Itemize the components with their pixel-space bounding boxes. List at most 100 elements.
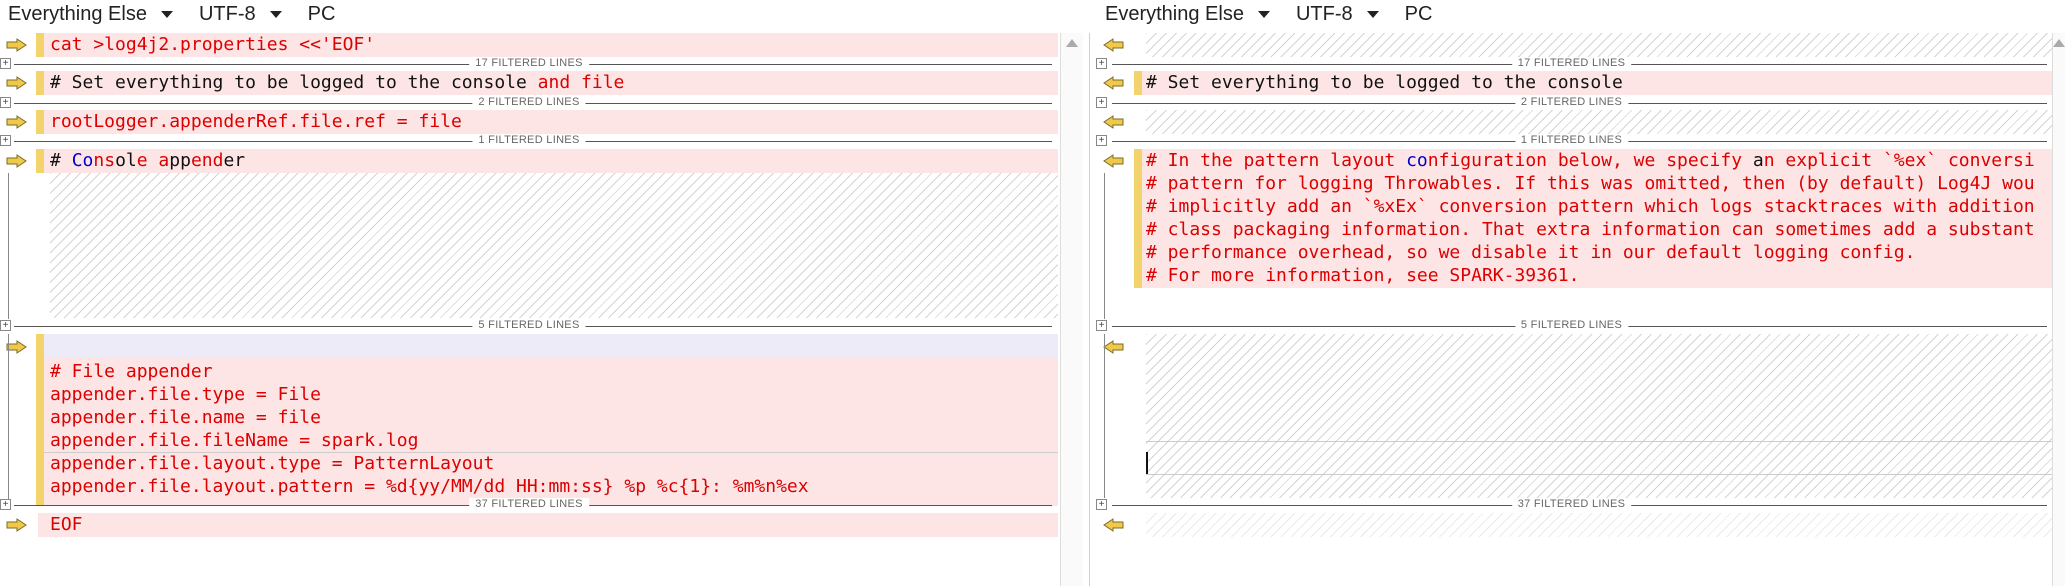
left-encoding-label: UTF-8 <box>198 2 256 25</box>
left-line-ending-label: PC <box>307 2 336 25</box>
scroll-up-icon[interactable] <box>2053 39 2065 47</box>
right-encoding-dropdown[interactable]: UTF-8 <box>1288 3 1397 26</box>
filtered-lines-separator[interactable]: + 5 FILTERED LINES <box>0 319 1058 332</box>
arrow-right-icon[interactable] <box>6 76 28 90</box>
blank-line-block <box>38 334 1058 357</box>
arrow-right-icon[interactable] <box>6 518 28 532</box>
diff-line: # Set everything to be logged to the con… <box>1090 71 2053 95</box>
filtered-lines-separator[interactable]: + 2 FILTERED LINES <box>1090 96 2053 109</box>
chevron-down-icon <box>1257 10 1270 18</box>
code-text: # <box>50 150 72 171</box>
right-line-ending[interactable]: PC <box>1397 3 1441 26</box>
left-diff-content: cat >log4j2.properties <<'EOF' + 17 FILT… <box>0 33 1058 586</box>
filtered-lines-separator[interactable]: + 37 FILTERED LINES <box>0 498 1058 511</box>
code-text-changed: e a <box>136 150 170 171</box>
arrow-right-icon[interactable] <box>6 340 28 354</box>
left-encoding-dropdown[interactable]: UTF-8 <box>191 3 300 26</box>
code-text-changed: nfiguration below, we specify <box>1427 150 1753 171</box>
scroll-up-icon[interactable] <box>1066 39 1078 47</box>
arrow-left-icon[interactable] <box>1102 340 1124 354</box>
filtered-lines-label: 37 FILTERED LINES <box>469 498 589 510</box>
code-text: a <box>1752 150 1764 171</box>
chevron-down-icon <box>1366 10 1379 18</box>
diff-line <box>1090 110 2053 134</box>
right-filter-label: Everything Else <box>1105 2 1244 25</box>
code-text-changed: n explicit `%ex` conversi <box>1763 150 2035 171</box>
plus-box-icon[interactable]: + <box>1096 97 1107 108</box>
left-filter-label: Everything Else <box>8 2 147 25</box>
plus-box-icon[interactable]: + <box>1096 499 1107 510</box>
code-text: # Set everything to be logged to the con… <box>50 72 538 93</box>
code-line: # performance overhead, so we disable it… <box>1146 242 1916 263</box>
filtered-lines-separator[interactable]: + 1 FILTERED LINES <box>0 134 1058 147</box>
right-filter-dropdown[interactable]: Everything Else <box>1090 3 1288 26</box>
empty-hatched-area <box>1146 33 2053 57</box>
diff-line: rootLogger.appenderRef.file.ref = file <box>0 110 1058 134</box>
code-line: appender.file.name = file <box>50 407 321 428</box>
tree-guide <box>8 173 9 319</box>
plus-box-icon[interactable]: + <box>0 499 11 510</box>
filtered-lines-label: 17 FILTERED LINES <box>469 57 589 69</box>
arrow-left-icon[interactable] <box>1102 154 1124 168</box>
filtered-lines-label: 5 FILTERED LINES <box>472 319 586 331</box>
arrow-left-icon[interactable] <box>1102 518 1124 532</box>
plus-box-icon[interactable]: + <box>1096 135 1107 146</box>
plus-box-icon[interactable]: + <box>0 135 11 146</box>
code-text-changed: and file <box>537 72 625 93</box>
arrow-left-icon[interactable] <box>1102 38 1124 52</box>
code-line: appender.file.fileName = spark.log <box>50 430 419 451</box>
code-line: # class packaging information. That extr… <box>1146 219 2035 240</box>
diff-line <box>1090 33 2053 57</box>
code-text-changed: # In the pattern layout <box>1146 150 1407 171</box>
filtered-lines-separator[interactable]: + 5 FILTERED LINES <box>1090 319 2053 332</box>
change-marker <box>36 71 44 95</box>
change-marker <box>1134 149 1142 288</box>
removed-block <box>38 513 1058 537</box>
filtered-lines-separator[interactable]: + 1 FILTERED LINES <box>1090 134 2053 147</box>
code-line: rootLogger.appenderRef.file.ref = file <box>50 111 462 132</box>
chevron-down-icon <box>269 10 282 18</box>
plus-box-icon[interactable]: + <box>1096 58 1107 69</box>
plus-box-icon[interactable]: + <box>0 97 11 108</box>
right-diff-content: + 17 FILTERED LINES # Set everything to … <box>1090 33 2053 586</box>
filtered-lines-label: 2 FILTERED LINES <box>472 96 586 108</box>
filtered-lines-label: 1 FILTERED LINES <box>472 134 586 146</box>
empty-hatched-area <box>50 173 1058 318</box>
code-line: # implicitly add an `%xEx` conversion pa… <box>1146 196 2035 217</box>
plus-box-icon[interactable]: + <box>1096 320 1107 331</box>
plus-box-icon[interactable]: + <box>0 58 11 69</box>
chevron-down-icon <box>160 10 173 18</box>
filtered-lines-separator[interactable]: + 2 FILTERED LINES <box>0 96 1058 109</box>
arrow-right-icon[interactable] <box>6 115 28 129</box>
left-scrollbar[interactable] <box>1060 33 1083 586</box>
filtered-lines-label: 17 FILTERED LINES <box>1511 57 1632 69</box>
code-line: appender.file.type = File <box>50 384 321 405</box>
left-line-ending[interactable]: PC <box>300 3 344 26</box>
arrow-right-icon[interactable] <box>6 38 28 52</box>
code-line: # Set everything to be logged to the con… <box>1146 72 1623 93</box>
filtered-lines-label: 1 FILTERED LINES <box>1514 134 1629 146</box>
diff-block: # File appender appender.file.type = Fil… <box>0 334 1058 506</box>
filtered-lines-separator[interactable]: + 17 FILTERED LINES <box>1090 57 2053 70</box>
code-line: # Set everything to be logged to the con… <box>50 71 624 94</box>
code-line: # For more information, see SPARK-39361. <box>1146 265 1580 286</box>
left-filter-dropdown[interactable]: Everything Else <box>0 3 191 26</box>
right-pane: Everything Else UTF-8 PC + 17 FILTERED L… <box>1090 0 2065 586</box>
diff-line: cat >log4j2.properties <<'EOF' <box>0 33 1058 57</box>
filtered-lines-separator[interactable]: + 37 FILTERED LINES <box>1090 498 2053 511</box>
diff-line: # Set everything to be logged to the con… <box>0 71 1058 95</box>
diff-line: # Console appender <box>0 149 1058 173</box>
arrow-left-icon[interactable] <box>1102 76 1124 90</box>
tree-guide <box>1104 173 1105 319</box>
filtered-lines-label: 37 FILTERED LINES <box>1511 498 1632 510</box>
left-pane: Everything Else UTF-8 PC cat >log4j2.pro… <box>0 0 1058 586</box>
filtered-lines-separator[interactable]: + 17 FILTERED LINES <box>0 57 1058 70</box>
text-caret <box>1146 452 1148 474</box>
plus-box-icon[interactable]: + <box>0 320 11 331</box>
right-scrollbar[interactable] <box>2052 33 2065 586</box>
code-text-changed: ns <box>93 150 116 171</box>
arrow-left-icon[interactable] <box>1102 115 1124 129</box>
arrow-right-icon[interactable] <box>6 154 28 168</box>
change-marker <box>36 334 44 506</box>
code-text-moved: Co <box>71 150 94 171</box>
